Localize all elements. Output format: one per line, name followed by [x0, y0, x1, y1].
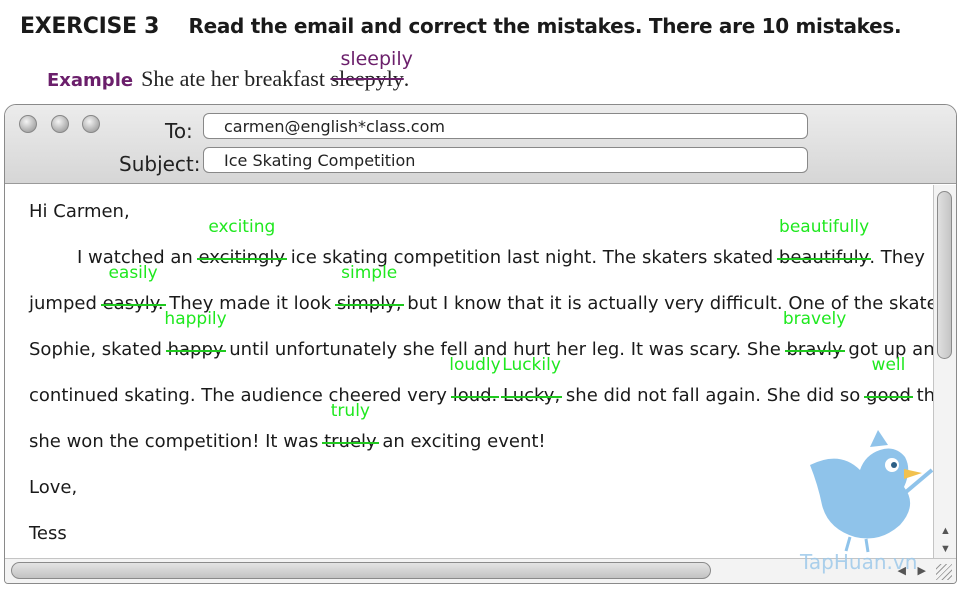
- strikethrough-mark: [784, 349, 845, 352]
- resize-grip-icon[interactable]: [936, 564, 952, 580]
- mistake-beautifuly: beautifuly beautifully: [776, 217, 872, 268]
- to-field[interactable]: carmen@english*class.com: [203, 113, 808, 139]
- body-line-4: continued skating. The audience cheered …: [29, 355, 953, 406]
- mistake-lucky: Lucky, Luckily: [501, 355, 563, 406]
- correction-bravely: bravely: [782, 309, 847, 329]
- correction-exciting: exciting: [208, 217, 276, 237]
- strikethrough-mark: [501, 395, 563, 398]
- horizontal-scroll-thumb[interactable]: [11, 562, 711, 579]
- zoom-window-icon[interactable]: [82, 115, 100, 133]
- correction-easily: easily: [108, 263, 158, 283]
- text-segment: Sophie, skated: [29, 339, 168, 360]
- correction-luckily: Luckily: [502, 355, 561, 375]
- mistake-bravly: bravly bravely: [783, 309, 847, 360]
- scroll-right-arrow-icon[interactable]: ▶: [918, 564, 926, 577]
- bird-mascot-icon: [810, 430, 934, 553]
- body-line-1: I watched an excitingly exciting ice skat…: [77, 217, 925, 268]
- text-segment: but I know that it is actually very diff…: [401, 293, 957, 314]
- correction-loudly: loudly: [449, 355, 501, 375]
- correction-happily: happily: [164, 309, 227, 329]
- watermark: TapHuan.vn: [800, 550, 918, 574]
- example-correction: sleepily: [340, 48, 413, 70]
- signature: Tess: [29, 523, 67, 544]
- subject-label: Subject:: [119, 152, 201, 176]
- correction-well: well: [871, 355, 906, 375]
- strikethrough-mark: [196, 257, 288, 260]
- mistake-loud: loud. loudly: [449, 355, 500, 406]
- scroll-up-arrow-icon[interactable]: ▲: [940, 525, 951, 537]
- subject-field[interactable]: Ice Skating Competition: [203, 147, 808, 173]
- text-segment: . They: [869, 247, 925, 268]
- text-segment: she did not fall again. She did so: [560, 385, 867, 406]
- email-header: To: carmen@english*class.com Subject: Ic…: [5, 105, 956, 184]
- closing: Love,: [29, 477, 78, 498]
- close-window-icon[interactable]: [19, 115, 37, 133]
- strikethrough-mark: [322, 441, 379, 444]
- strikethrough-mark: [864, 395, 913, 398]
- example-sentence: Example She ate her breakfast sleepyly sle…: [47, 48, 413, 92]
- exercise-instruction: Read the email and correct the mistakes.…: [188, 14, 902, 38]
- strikethrough-mark: [100, 303, 166, 306]
- mistake-happy: happy happily: [164, 309, 226, 360]
- mistake-easyly: easyly. easily: [100, 263, 166, 314]
- text-segment: an exciting event!: [376, 431, 546, 452]
- strikethrough-mark: [165, 349, 226, 352]
- correction-simple: simple: [341, 263, 398, 283]
- exercise-number: EXERCISE 3: [20, 14, 160, 39]
- strikethrough-mark: [450, 395, 500, 398]
- greeting: Hi Carmen,: [29, 201, 130, 222]
- example-text: She ate her breakfast: [141, 66, 331, 91]
- to-label: To:: [165, 119, 193, 143]
- text-segment: jumped: [29, 293, 103, 314]
- mistake-simply: simply, simple: [334, 263, 404, 314]
- strikethrough-mark: [776, 257, 872, 260]
- exercise-heading: EXERCISE 3 Read the email and correct th…: [20, 14, 902, 39]
- mistake-truely: truely truly: [322, 401, 379, 452]
- example-mistake: sleepyly sleepily: [330, 48, 412, 92]
- correction-beautifully: beautifully: [779, 217, 870, 237]
- mistake-excitingly: excitingly exciting: [196, 217, 288, 268]
- strikethrough-mark: [334, 303, 404, 306]
- mistake-good: good well: [864, 355, 913, 406]
- minimize-window-icon[interactable]: [51, 115, 69, 133]
- vertical-scroll-thumb[interactable]: [937, 191, 952, 359]
- scroll-down-arrow-icon[interactable]: ▼: [940, 543, 951, 555]
- correction-truly: truly: [330, 401, 370, 421]
- body-line-5: she won the competition! It was truely tr…: [29, 401, 546, 452]
- text-segment: continued skating. The audience cheered …: [29, 385, 453, 406]
- text-segment: she won the competition! It was: [29, 431, 325, 452]
- example-label: Example: [47, 70, 134, 91]
